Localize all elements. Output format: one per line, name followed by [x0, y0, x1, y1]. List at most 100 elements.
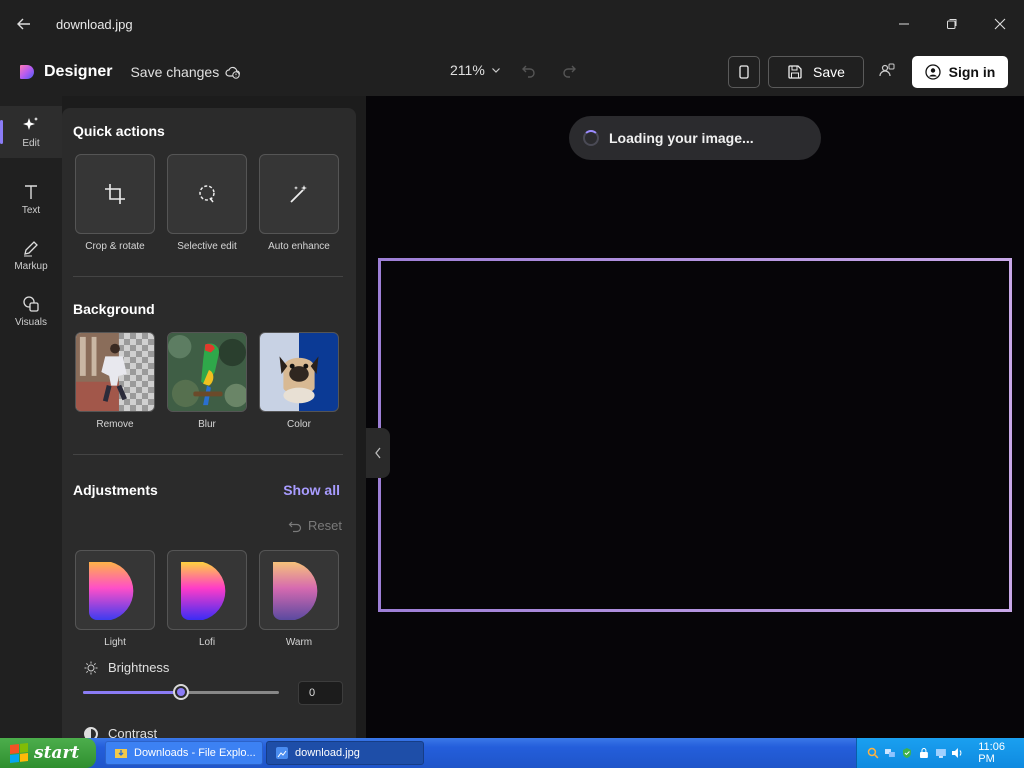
brightness-icon — [84, 661, 98, 674]
rail-label: Text — [21, 204, 41, 216]
save-button[interactable]: Save — [768, 56, 864, 88]
background-title: Background — [73, 301, 155, 317]
share-button[interactable] — [878, 62, 896, 85]
copy-button[interactable] — [728, 56, 760, 88]
lofi-preset-icon — [181, 562, 226, 620]
show-all-link[interactable]: Show all — [283, 482, 340, 498]
color-background-button[interactable] — [259, 332, 339, 412]
network-icon[interactable] — [884, 747, 896, 759]
cloud-alert-icon — [225, 66, 241, 79]
remove-background-button[interactable] — [75, 332, 155, 412]
rail-item-visuals[interactable]: Visuals — [0, 285, 62, 337]
contrast-row: Contrast — [84, 726, 157, 738]
preset-light-button[interactable] — [75, 550, 155, 630]
device-icon[interactable] — [935, 747, 947, 759]
save-changes-button[interactable]: Save changes — [130, 64, 241, 80]
selective-edit-label: Selective edit — [177, 241, 237, 252]
folder-download-icon — [115, 749, 127, 758]
image-file-icon — [276, 747, 288, 759]
start-label: start — [34, 743, 80, 763]
redo-button[interactable] — [560, 62, 578, 85]
security-lock-icon[interactable] — [918, 747, 930, 759]
save-icon — [788, 65, 802, 79]
selective-edit-button[interactable] — [167, 154, 247, 234]
redo-icon — [563, 65, 576, 78]
back-button[interactable] — [0, 0, 48, 48]
designer-logo-icon — [20, 65, 34, 79]
reset-button[interactable]: Reset — [288, 518, 342, 533]
warm-label: Warm — [285, 637, 313, 648]
rail-item-text[interactable]: Text — [0, 173, 62, 225]
rail-label: Edit — [22, 137, 40, 149]
arrow-left-icon — [17, 18, 30, 30]
brightness-value-input[interactable]: 0 — [298, 681, 343, 705]
brand-name: Designer — [44, 63, 113, 80]
undo-button[interactable] — [520, 62, 538, 85]
close-button[interactable] — [976, 0, 1024, 48]
adjustments-title: Adjustments — [73, 482, 158, 498]
parrot-photo-icon — [168, 333, 246, 411]
volume-icon[interactable] — [951, 747, 963, 759]
zoom-value: 211% — [450, 62, 485, 78]
app-toolbar: Designer Save changes 211% Save Sign in — [0, 48, 1024, 96]
zoom-dropdown[interactable]: 211% — [450, 62, 501, 78]
minimize-icon — [899, 23, 909, 25]
save-label: Save — [813, 64, 845, 80]
loading-text: Loading your image... — [609, 130, 754, 146]
window-title: download.jpg — [56, 16, 133, 32]
slider-thumb[interactable] — [173, 684, 189, 700]
taskbar-item-label: download.jpg — [295, 747, 360, 759]
brand: Designer — [18, 63, 112, 81]
auto-enhance-label: Auto enhance — [268, 241, 330, 252]
chevron-down-icon — [491, 68, 500, 73]
brightness-label: Brightness — [108, 660, 170, 675]
blur-background-button[interactable] — [167, 332, 247, 412]
lasso-icon — [199, 185, 215, 203]
title-bar: download.jpg — [0, 0, 1024, 48]
copy-icon — [739, 65, 749, 79]
image-canvas[interactable]: Loading your image... — [366, 96, 1024, 738]
preset-warm-button[interactable] — [259, 550, 339, 630]
person-photo-icon — [76, 333, 127, 411]
color-label: Color — [287, 419, 311, 430]
lofi-label: Lofi — [198, 637, 216, 648]
crop-icon — [105, 184, 125, 204]
restore-button[interactable] — [928, 0, 976, 48]
light-preset-icon — [89, 562, 134, 620]
minimize-button[interactable] — [880, 0, 928, 48]
crop-rotate-button[interactable] — [75, 154, 155, 234]
account-icon — [925, 64, 941, 80]
brightness-slider[interactable] — [83, 684, 279, 700]
sign-in-button[interactable]: Sign in — [912, 56, 1008, 88]
designer-window: download.jpg Designer Save changes 211% … — [0, 0, 1024, 768]
spinner-icon — [583, 130, 599, 146]
auto-enhance-button[interactable] — [259, 154, 339, 234]
divider — [73, 276, 343, 277]
save-changes-label: Save changes — [130, 64, 220, 80]
left-rail: Edit Text Markup Visuals — [0, 96, 62, 738]
reset-label: Reset — [308, 518, 342, 533]
edit-panel: Quick actions Crop & rotate Selective ed… — [62, 108, 356, 738]
rail-label: Visuals — [14, 316, 48, 328]
search-icon[interactable] — [867, 747, 879, 759]
taskbar-item-downloads[interactable]: Downloads - File Explo... — [105, 741, 263, 765]
crop-rotate-label: Crop & rotate — [85, 241, 145, 252]
rail-item-edit[interactable]: Edit — [0, 106, 62, 158]
blur-label: Blur — [198, 419, 216, 430]
start-button[interactable]: start — [0, 738, 96, 768]
loading-toast: Loading your image... — [569, 116, 821, 160]
dog-photo-icon — [279, 356, 319, 404]
window-controls — [880, 0, 1024, 48]
shield-check-icon[interactable] — [901, 747, 913, 759]
share-people-icon — [879, 63, 895, 77]
sign-in-label: Sign in — [948, 64, 996, 80]
reset-icon — [288, 521, 302, 532]
rail-item-markup[interactable]: Markup — [0, 229, 62, 281]
divider — [73, 454, 343, 455]
taskbar-item-download-jpg[interactable]: download.jpg — [266, 741, 424, 765]
collapse-panel-button[interactable] — [366, 428, 390, 478]
image-frame[interactable] — [378, 258, 1012, 612]
preset-lofi-button[interactable] — [167, 550, 247, 630]
magic-wand-icon — [290, 185, 307, 203]
taskbar: start Downloads - File Explo... download… — [0, 738, 1024, 768]
